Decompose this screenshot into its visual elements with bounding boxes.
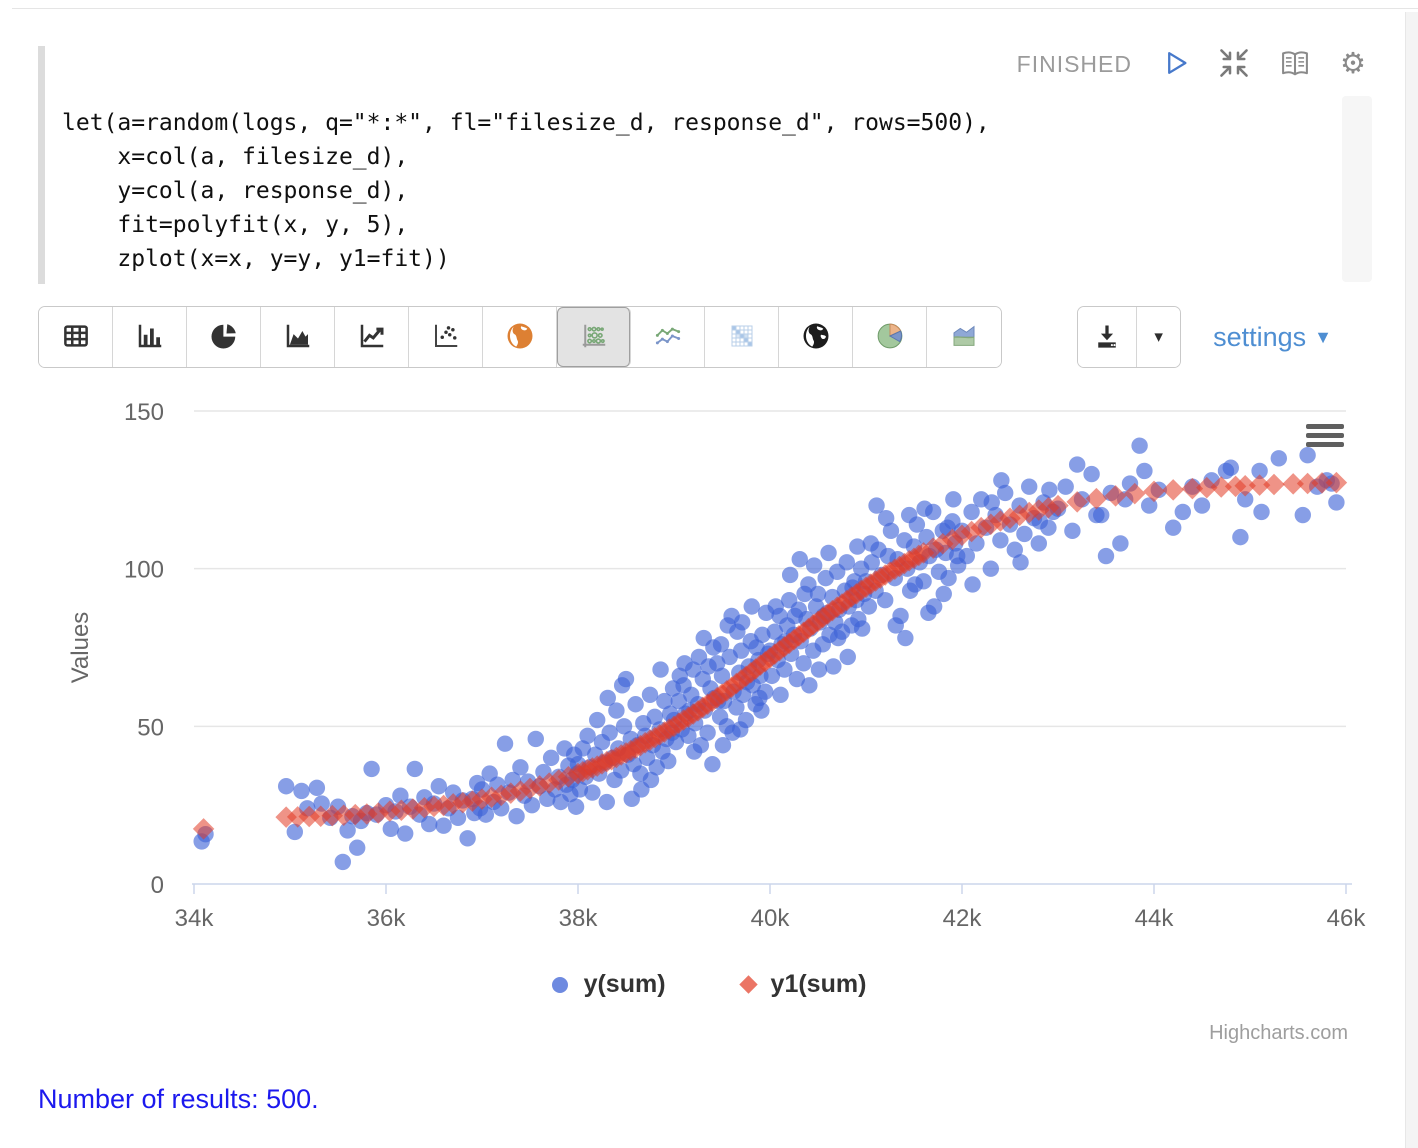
bubble-chart-button[interactable]	[557, 307, 631, 367]
play-icon	[1160, 48, 1190, 81]
gear-icon: ⚙︎	[1340, 50, 1366, 79]
bar-chart-icon	[135, 321, 165, 354]
svg-text:100: 100	[124, 557, 164, 584]
black-globe-icon	[801, 321, 831, 354]
heatmap-chart-button[interactable]	[705, 307, 779, 367]
download-group: ▾	[1077, 306, 1181, 368]
legend-item-y1[interactable]: y1(sum)	[742, 970, 867, 999]
download-button[interactable]	[1078, 307, 1136, 367]
paragraph-status: FINISHED	[1017, 51, 1132, 78]
bubble-chart-icon	[579, 321, 609, 354]
download-icon	[1093, 322, 1121, 353]
color-pie-chart-button[interactable]	[853, 307, 927, 367]
legend-label: y1(sum)	[771, 970, 867, 999]
svg-text:50: 50	[137, 714, 164, 741]
bar-chart-button[interactable]	[113, 307, 187, 367]
map-chart-button[interactable]	[483, 307, 557, 367]
paragraph-settings-button[interactable]: ⚙︎	[1340, 47, 1366, 81]
download-options-button[interactable]: ▾	[1136, 307, 1180, 367]
shrink-button[interactable]	[1218, 47, 1250, 81]
caret-down-icon: ▾	[1154, 327, 1163, 347]
color-pie-icon	[875, 321, 905, 354]
results-count: Number of results: 500.	[38, 1084, 319, 1115]
area-chart-icon	[283, 321, 313, 354]
editor-scrollbar[interactable]	[1342, 96, 1372, 282]
highcharts-credits[interactable]: Highcharts.com	[1209, 1022, 1348, 1045]
svg-text:42k: 42k	[943, 905, 983, 932]
svg-text:150: 150	[124, 399, 164, 426]
heatmap-icon	[727, 321, 757, 354]
multi-line-chart-button[interactable]	[631, 307, 705, 367]
chart-type-group	[38, 306, 1002, 368]
globe-chart-button[interactable]	[779, 307, 853, 367]
scatter-plot[interactable]: 34k 36k 38k 40k 42k 44k 46k 0 50 100 150 Values	[0, 390, 1418, 1060]
svg-text:Values: Values	[67, 612, 94, 684]
chart-container[interactable]: 34k 36k 38k 40k 42k 44k 46k 0 50 100 150 Values y(s…	[0, 390, 1418, 1060]
pie-chart-icon	[209, 321, 239, 354]
output-toolbar: ▾ settings ▼	[38, 306, 1332, 368]
show-output-button[interactable]	[1278, 47, 1312, 81]
svg-text:34k: 34k	[175, 905, 215, 932]
chart-context-menu-button[interactable]	[1306, 424, 1344, 451]
chart-legend: y(sum) y1(sum)	[0, 970, 1418, 999]
toolbar-right-tools: ▾ settings ▼	[1077, 306, 1332, 368]
legend-label: y(sum)	[584, 970, 666, 999]
code-editor[interactable]: let(a=random(logs, q="*:*", fl="filesize…	[62, 106, 990, 276]
svg-text:40k: 40k	[751, 905, 791, 932]
settings-link[interactable]: settings ▼	[1213, 322, 1332, 353]
scatter-chart-icon	[431, 321, 461, 354]
open-book-icon	[1278, 47, 1312, 82]
area-chart-button[interactable]	[261, 307, 335, 367]
color-area-icon	[949, 321, 979, 354]
table-icon	[61, 321, 91, 354]
svg-text:46k: 46k	[1327, 905, 1367, 932]
compress-arrows-icon	[1218, 47, 1250, 82]
multi-line-chart-icon	[653, 321, 683, 354]
scatter-chart-button[interactable]	[409, 307, 483, 367]
run-button[interactable]	[1160, 47, 1190, 81]
svg-text:0: 0	[151, 872, 164, 899]
settings-caret-icon: ▼	[1314, 327, 1332, 348]
color-area-chart-button[interactable]	[927, 307, 1001, 367]
svg-text:38k: 38k	[559, 905, 599, 932]
legend-item-y[interactable]: y(sum)	[552, 970, 666, 999]
settings-label: settings	[1213, 322, 1306, 353]
orange-globe-icon	[505, 321, 535, 354]
legend-diamond-marker	[739, 975, 757, 993]
paragraph-header: FINISHED ⚙︎	[0, 44, 1366, 84]
svg-text:44k: 44k	[1135, 905, 1175, 932]
paragraph-top-border	[12, 8, 1418, 9]
paragraph-side-bar	[38, 46, 45, 284]
pie-chart-button[interactable]	[187, 307, 261, 367]
legend-circle-marker	[552, 977, 568, 993]
table-chart-button[interactable]	[39, 307, 113, 367]
line-chart-button[interactable]	[335, 307, 409, 367]
hamburger-icon	[1306, 424, 1344, 429]
line-chart-icon	[357, 321, 387, 354]
svg-text:36k: 36k	[367, 905, 407, 932]
